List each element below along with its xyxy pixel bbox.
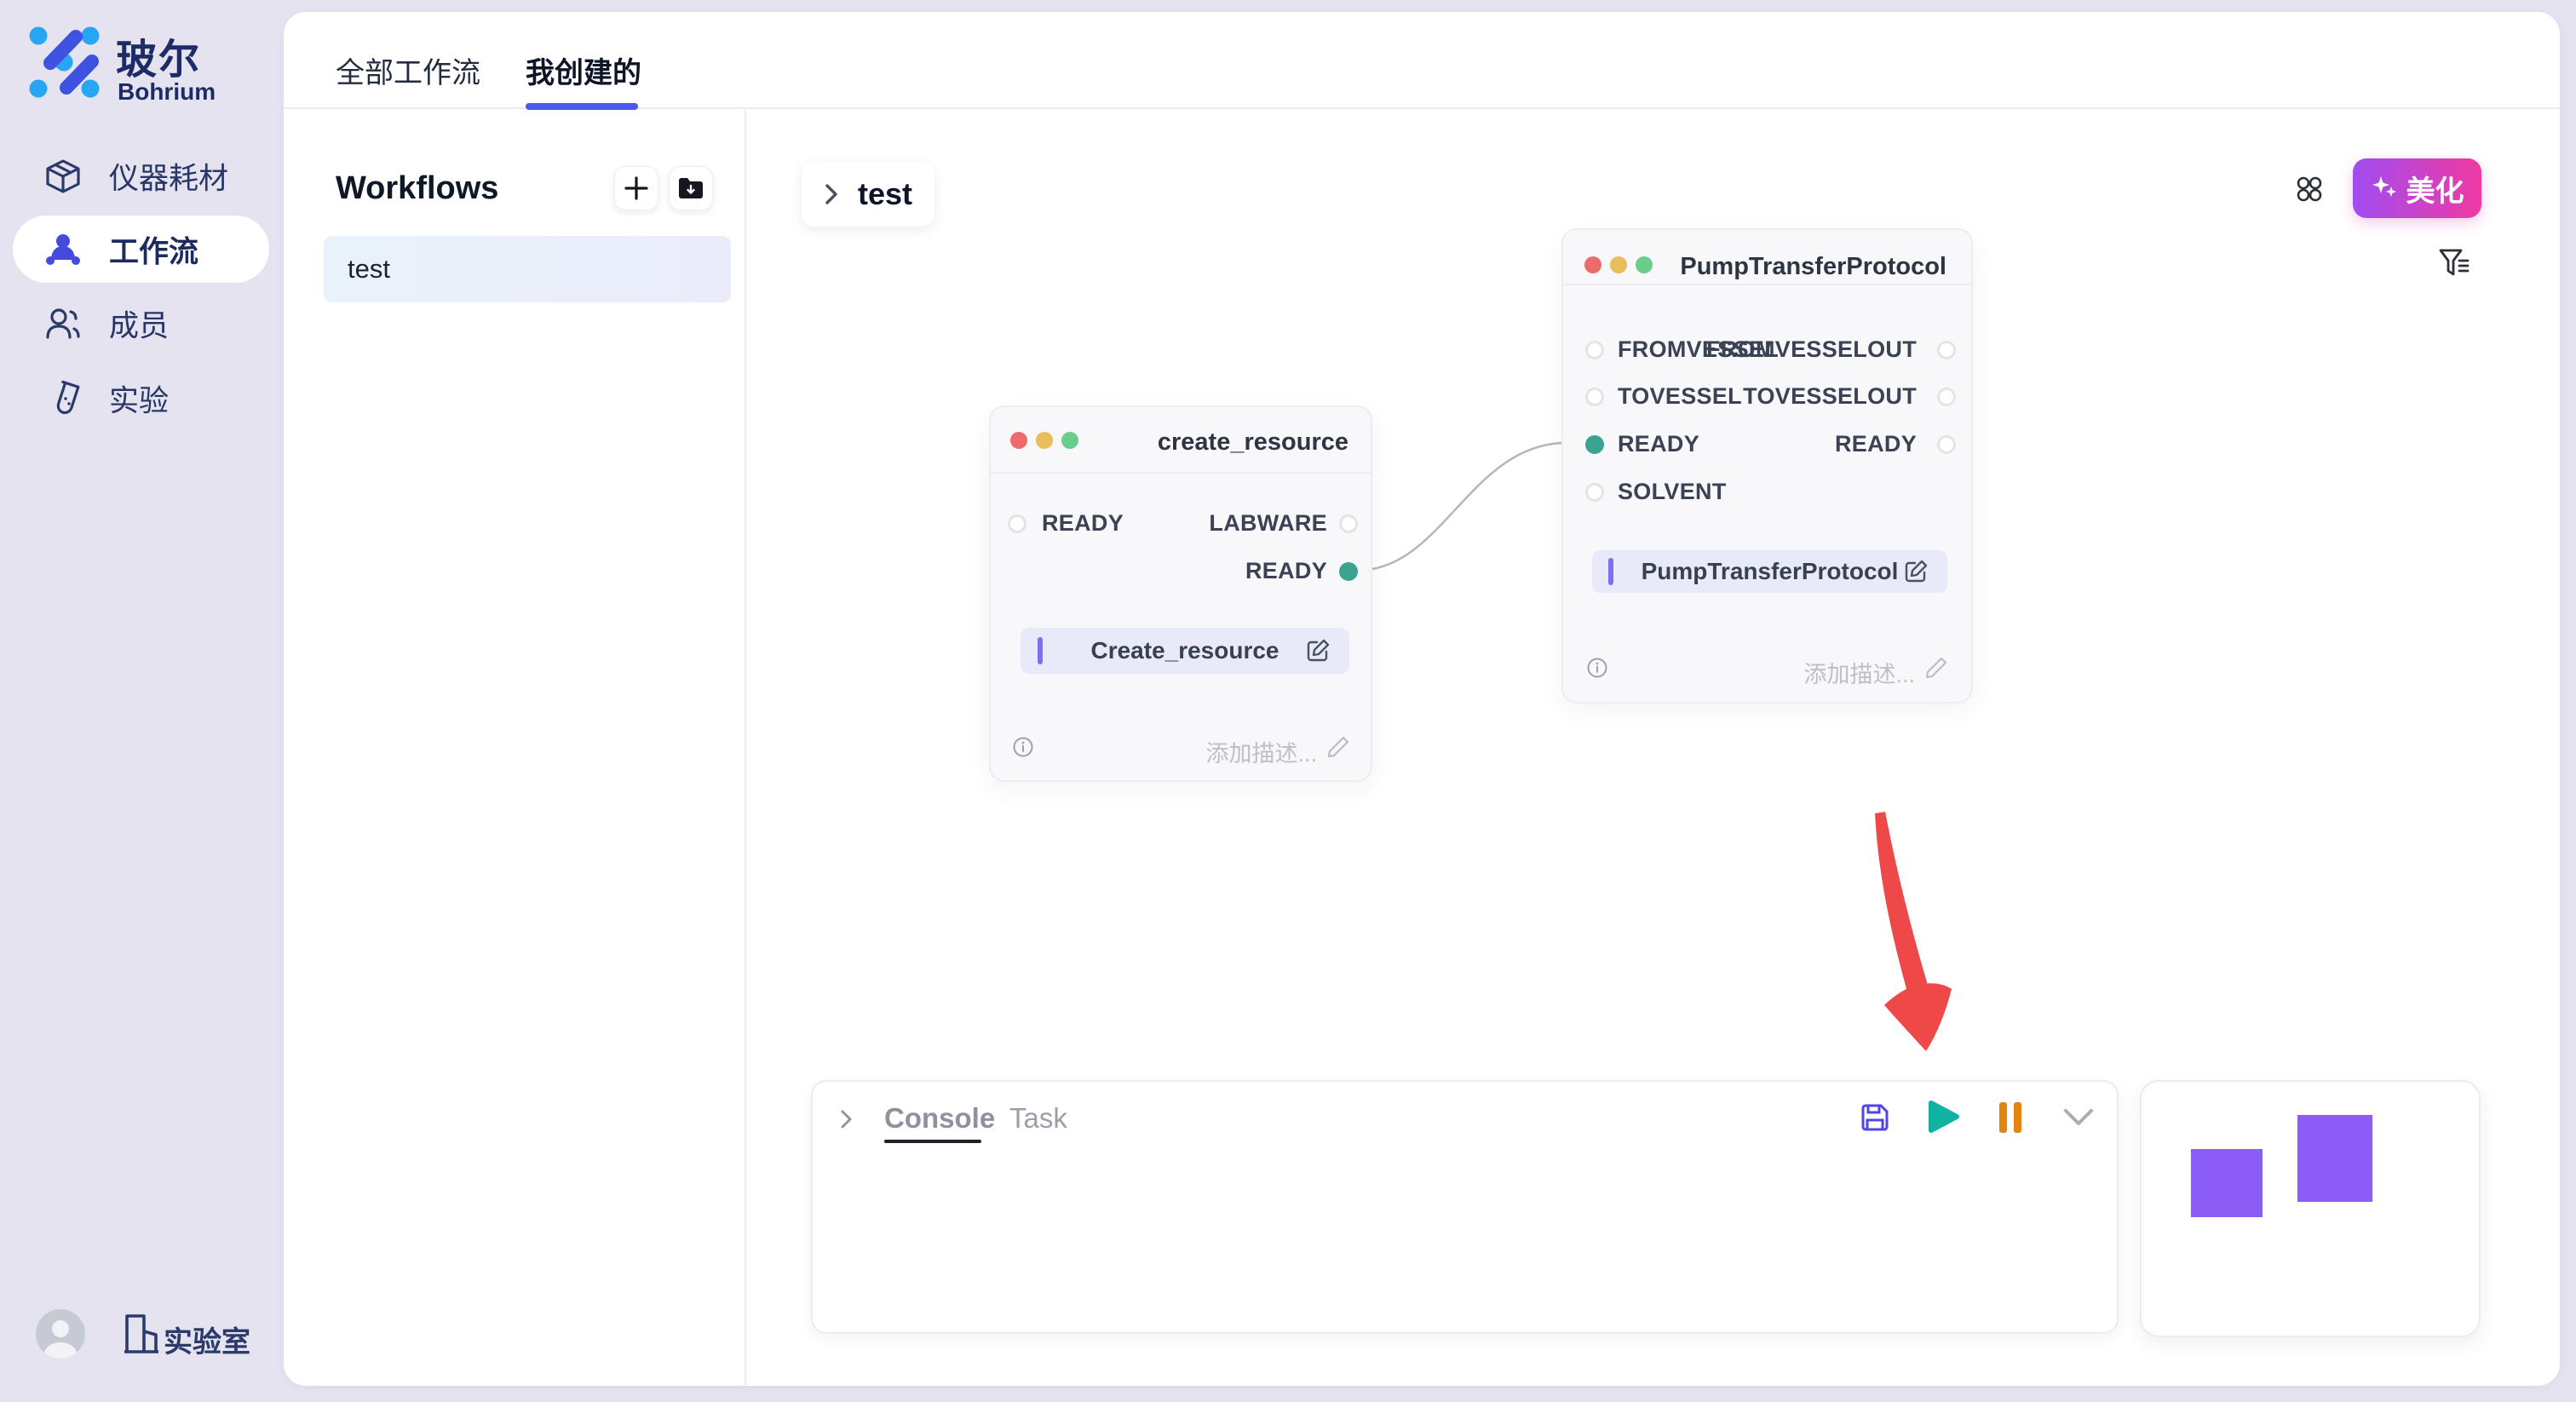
members-icon: [44, 305, 82, 342]
port-in-fromvessel[interactable]: [1585, 341, 1604, 359]
port-label: LABWARE: [1209, 510, 1327, 537]
node-create-resource[interactable]: create_resource READY LABWARE READY Crea…: [989, 405, 1372, 782]
pencil-icon[interactable]: [1924, 656, 1948, 680]
node-header-divider: [1563, 284, 1971, 285]
tab-console[interactable]: Console: [884, 1102, 995, 1135]
sidebar-item-label: 成员: [109, 302, 169, 346]
panel-divider: [745, 109, 746, 1386]
workflow-list-item-test[interactable]: test: [324, 236, 731, 302]
port-label: SOLVENT: [1618, 479, 1727, 505]
console-tab-underline: [884, 1140, 981, 1143]
node-action-label: Create_resource: [1021, 637, 1349, 664]
sidebar-item-label: 仪器耗材: [109, 155, 228, 198]
port-out-ready[interactable]: [1937, 435, 1956, 454]
import-folder-button[interactable]: [669, 166, 713, 210]
breadcrumb[interactable]: test: [802, 161, 934, 227]
folder-download-icon: [677, 176, 704, 200]
save-icon[interactable]: [1859, 1101, 1891, 1134]
node-action-pill[interactable]: PumpTransferProtocol: [1592, 550, 1947, 593]
port-out-fromvesselout[interactable]: [1937, 341, 1956, 359]
green-dot-icon: [1636, 256, 1653, 273]
active-tab-underline: [526, 103, 638, 110]
port-label: TOVESSELOUT: [1743, 383, 1917, 410]
pencil-icon[interactable]: [1326, 735, 1350, 759]
yellow-dot-icon: [1610, 256, 1627, 273]
console-panel: Console Task: [811, 1080, 2119, 1334]
node-title: create_resource: [1158, 428, 1348, 457]
node-action-pill[interactable]: Create_resource: [1021, 628, 1349, 674]
box-icon: [44, 158, 82, 195]
workflow-icon: [44, 231, 82, 268]
sidebar-item-members[interactable]: 成员: [0, 286, 284, 361]
sidebar-item-experiments[interactable]: 实验: [0, 361, 284, 436]
tab-task[interactable]: Task: [1009, 1102, 1067, 1135]
sidebar-item-workflows[interactable]: 工作流: [0, 212, 284, 287]
port-label: READY: [1245, 558, 1327, 584]
red-dot-icon: [1010, 432, 1027, 449]
logo-title: 玻尔: [116, 26, 201, 85]
sidebar: 玻尔 Bohrium 仪器耗材 工作流 成: [0, 0, 284, 1402]
sidebar-item-label: 工作流: [109, 228, 198, 272]
red-dot-icon: [1584, 256, 1601, 273]
edit-icon[interactable]: [1903, 559, 1929, 584]
edit-icon[interactable]: [1305, 638, 1331, 664]
minimap-node-pump-transfer: [2297, 1115, 2372, 1202]
node-title: PumpTransferProtocol: [1680, 253, 1946, 281]
beautify-button[interactable]: 美化: [2353, 158, 2481, 218]
port-out-labware[interactable]: [1339, 514, 1358, 533]
description-placeholder[interactable]: 添加描述...: [1803, 656, 1915, 689]
play-icon[interactable]: [1924, 1098, 1962, 1135]
breadcrumb-label: test: [858, 176, 912, 212]
sidebar-item-label: 实验: [109, 377, 169, 421]
workflow-editor-page: 玻尔 Bohrium 仪器耗材 工作流 成: [0, 0, 2576, 1402]
port-out-tovesselout[interactable]: [1937, 388, 1956, 406]
port-in-tovessel[interactable]: [1585, 388, 1604, 406]
port-label: FROMVESSELOUT: [1706, 336, 1917, 363]
workflows-panel-title: Workflows: [336, 170, 498, 207]
logo-subtitle: Bohrium: [118, 78, 216, 106]
yellow-dot-icon: [1036, 432, 1053, 449]
plus-icon: [624, 175, 649, 201]
grid-icon[interactable]: [2295, 175, 2324, 204]
expand-chevron-icon[interactable]: [839, 1108, 854, 1130]
port-label: READY: [1835, 431, 1917, 457]
sparkles-icon: [2371, 175, 2398, 202]
node-pump-transfer-protocol[interactable]: PumpTransferProtocol FROMVESSEL FROMVESS…: [1561, 228, 1973, 704]
minimap[interactable]: [2140, 1080, 2481, 1337]
info-icon[interactable]: [1587, 658, 1607, 678]
green-dot-icon: [1061, 432, 1078, 449]
node-action-label: PumpTransferProtocol: [1592, 558, 1947, 585]
filter-icon[interactable]: [2439, 249, 2471, 279]
add-workflow-button[interactable]: [614, 166, 658, 210]
tab-my-created[interactable]: 我创建的: [526, 49, 641, 91]
avatar[interactable]: [36, 1309, 85, 1359]
chevron-right-icon: [824, 182, 839, 206]
experiment-icon: [44, 380, 82, 417]
tab-all-workflows[interactable]: 全部工作流: [336, 49, 480, 91]
port-label: READY: [1618, 431, 1699, 457]
port-label: TOVESSEL: [1618, 383, 1742, 410]
bohrium-logo-icon: [27, 26, 101, 99]
building-icon: [124, 1313, 159, 1355]
traffic-dots: [1010, 432, 1078, 449]
minimap-node-create-resource: [2191, 1149, 2263, 1217]
traffic-dots: [1584, 256, 1653, 273]
workspace-label[interactable]: 实验室: [164, 1319, 250, 1360]
pause-icon[interactable]: [1998, 1100, 2023, 1135]
node-header-divider: [991, 472, 1371, 474]
collapse-chevron-down-icon[interactable]: [2061, 1106, 2096, 1129]
port-in-solvent[interactable]: [1585, 483, 1604, 502]
sidebar-item-instruments[interactable]: 仪器耗材: [0, 139, 284, 214]
port-out-ready[interactable]: [1339, 562, 1358, 581]
port-label: READY: [1042, 510, 1124, 537]
port-in-ready[interactable]: [1008, 514, 1026, 533]
description-placeholder[interactable]: 添加描述...: [1205, 735, 1317, 768]
info-icon[interactable]: [1013, 737, 1033, 757]
port-in-ready[interactable]: [1585, 435, 1604, 454]
beautify-label: 美化: [2406, 168, 2464, 210]
person-icon: [36, 1309, 85, 1359]
